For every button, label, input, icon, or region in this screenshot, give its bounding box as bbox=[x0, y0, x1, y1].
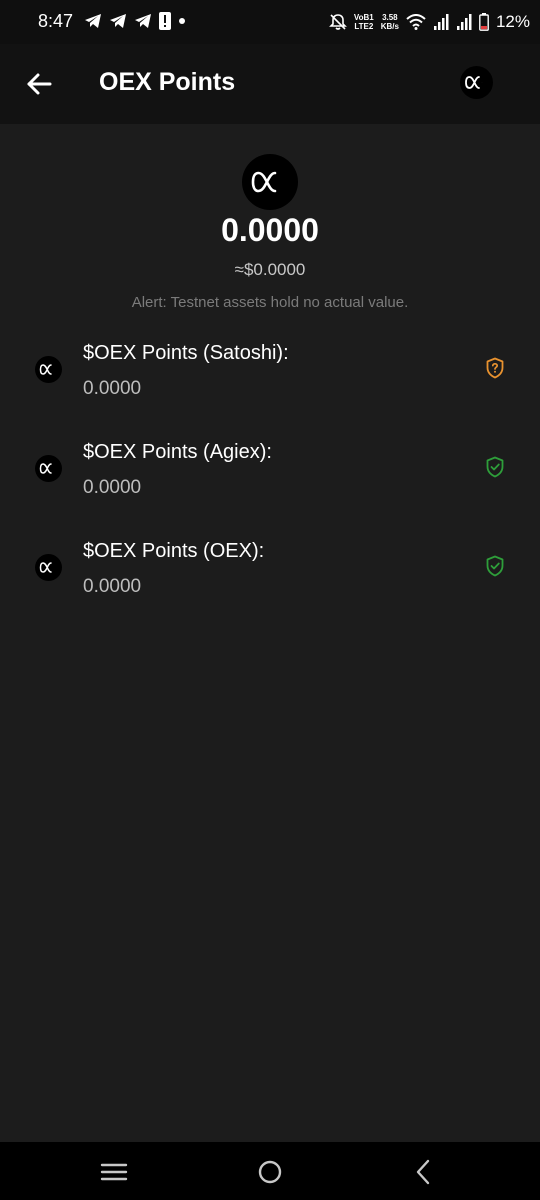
status-bar: 8:47 VoB1 LTE2 3.58 KB/s 12% bbox=[0, 0, 540, 44]
alert-notification-icon bbox=[159, 12, 171, 30]
balance-usd-value: ≈$0.0000 bbox=[234, 260, 306, 279]
network-type: VoB1 LTE2 bbox=[353, 13, 374, 31]
status-time: 8:47 bbox=[38, 11, 74, 31]
asset-name: $OEX Points (Agiex): bbox=[83, 441, 272, 463]
app-header: OEX Points bbox=[0, 44, 540, 124]
asset-balance: 0.0000 bbox=[83, 378, 142, 399]
home-button[interactable] bbox=[256, 1158, 284, 1186]
more-notifications-dot-icon bbox=[179, 18, 185, 24]
telegram-icon bbox=[110, 14, 126, 28]
system-back-button[interactable] bbox=[410, 1158, 438, 1186]
oex-logo-icon bbox=[39, 562, 52, 573]
home-circle-icon bbox=[258, 1160, 282, 1184]
signal-icon bbox=[433, 14, 449, 30]
telegram-icon bbox=[135, 14, 151, 28]
asset-name: $OEX Points (OEX): bbox=[83, 540, 265, 562]
arrow-left-icon bbox=[27, 73, 52, 95]
asset-row-oex[interactable]: $OEX Points (OEX): 0.0000 bbox=[0, 540, 540, 630]
oex-logo-icon bbox=[39, 463, 52, 474]
battery-percent: 12% bbox=[495, 12, 530, 31]
page-title: OEX Points bbox=[99, 68, 236, 96]
shield-check-icon bbox=[486, 555, 504, 577]
asset-balance: 0.0000 bbox=[83, 477, 142, 498]
back-button[interactable] bbox=[24, 68, 56, 100]
asset-name: $OEX Points (Satoshi): bbox=[83, 342, 289, 364]
asset-row-satoshi[interactable]: $OEX Points (Satoshi): 0.0000 bbox=[0, 342, 540, 432]
battery-icon bbox=[479, 13, 489, 31]
asset-logo bbox=[35, 356, 62, 383]
asset-logo bbox=[35, 455, 62, 482]
account-avatar[interactable] bbox=[460, 66, 493, 99]
asset-balance: 0.0000 bbox=[83, 576, 142, 597]
notification-icons bbox=[84, 12, 186, 30]
shield-question-icon bbox=[486, 357, 504, 379]
network-speed: 3.58 KB/s bbox=[380, 13, 399, 31]
telegram-icon bbox=[85, 14, 101, 28]
oex-logo-icon bbox=[39, 364, 52, 375]
chevron-left-icon bbox=[416, 1159, 430, 1185]
asset-row-agiex[interactable]: $OEX Points (Agiex): 0.0000 bbox=[0, 441, 540, 531]
total-balance: 0.0000 bbox=[221, 212, 319, 248]
menu-icon bbox=[100, 1163, 128, 1181]
wifi-icon bbox=[406, 14, 426, 30]
oex-logo-icon bbox=[465, 76, 483, 89]
oex-token-logo bbox=[242, 154, 298, 210]
mute-bell-icon bbox=[328, 14, 347, 30]
system-nav-bar bbox=[0, 1142, 540, 1200]
recents-button[interactable] bbox=[100, 1158, 128, 1186]
signal-icon bbox=[456, 14, 472, 30]
oex-logo-icon bbox=[251, 171, 277, 193]
shield-check-icon bbox=[486, 456, 504, 478]
testnet-alert: Alert: Testnet assets hold no actual val… bbox=[131, 294, 409, 311]
asset-logo bbox=[35, 554, 62, 581]
status-indicators: VoB1 LTE2 3.58 KB/s 12% bbox=[328, 8, 530, 36]
